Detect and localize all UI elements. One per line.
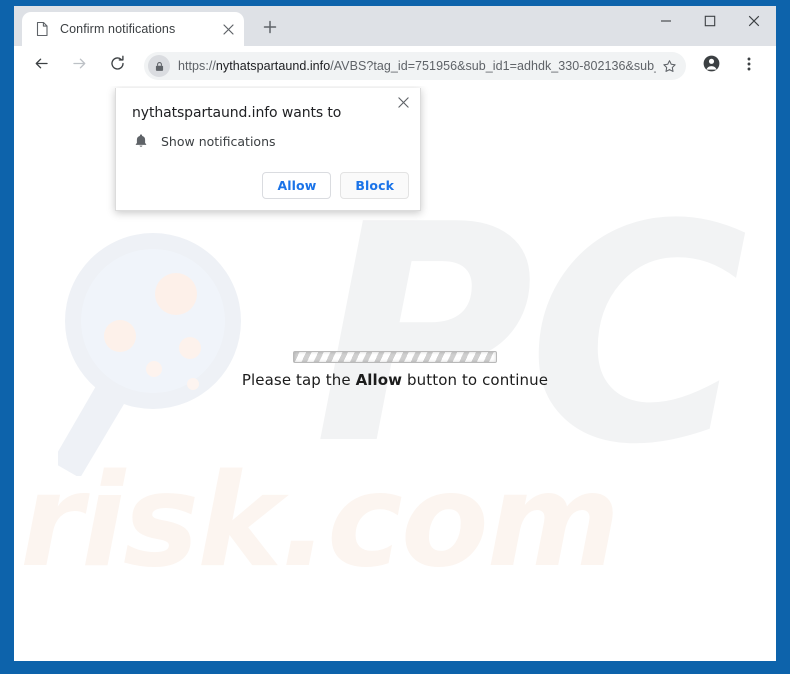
watermark-pc-logo: PC [314, 161, 748, 510]
url-scheme: https:// [178, 59, 216, 73]
block-button[interactable]: Block [340, 172, 409, 199]
profile-button[interactable] [697, 52, 725, 80]
browser-window: Confirm notifications https://nythatspar… [14, 6, 776, 661]
url-path: /AVBS?tag_id=751956&sub_id1=adhdk_330-80… [330, 59, 656, 73]
three-dot-menu-icon [741, 56, 757, 77]
instruction-emphasis: Allow [355, 371, 403, 389]
browser-tab[interactable]: Confirm notifications [22, 12, 244, 46]
bookmark-star-icon[interactable] [656, 53, 682, 79]
back-arrow-icon [33, 55, 50, 77]
tab-close-icon[interactable] [218, 19, 238, 39]
browser-toolbar: https://nythatspartaund.info/AVBS?tag_id… [14, 46, 776, 86]
browser-menu-button[interactable] [735, 52, 763, 80]
new-tab-button[interactable] [256, 15, 284, 43]
reload-button[interactable] [103, 52, 131, 80]
plus-icon [263, 20, 277, 39]
maximize-button[interactable] [688, 6, 732, 40]
tab-title: Confirm notifications [60, 22, 176, 36]
screenshot-root: Confirm notifications https://nythatspar… [0, 0, 790, 674]
window-controls [644, 6, 776, 40]
url-text: https://nythatspartaund.info/AVBS?tag_id… [178, 59, 656, 73]
address-bar[interactable]: https://nythatspartaund.info/AVBS?tag_id… [144, 52, 686, 80]
page-icon [34, 21, 50, 37]
close-button[interactable] [732, 6, 776, 40]
url-host: nythatspartaund.info [215, 59, 331, 73]
dialog-close-button[interactable] [394, 95, 412, 113]
minimize-button[interactable] [644, 6, 688, 40]
close-icon [748, 14, 760, 32]
tab-strip: Confirm notifications [14, 6, 776, 46]
reload-icon [109, 55, 126, 77]
dialog-actions: Allow Block [262, 172, 409, 199]
back-button[interactable] [27, 52, 55, 80]
notification-permission-dialog: nythatspartaund.info wants to Show notif… [115, 88, 421, 211]
forward-arrow-icon [71, 55, 88, 77]
minimize-icon [660, 14, 672, 32]
lock-icon[interactable] [148, 55, 170, 77]
instruction-text: Please tap the Allow button to continue [14, 371, 776, 389]
close-icon [397, 95, 409, 113]
allow-button[interactable]: Allow [262, 172, 332, 199]
loading-progress-bar [293, 351, 497, 363]
permission-row: Show notifications [132, 132, 276, 150]
page-viewport: PC risk.com Please tap the Allow button … [14, 86, 776, 661]
forward-button[interactable] [65, 52, 93, 80]
page-main-content: Please tap the Allow button to continue [14, 351, 776, 389]
maximize-icon [704, 14, 716, 32]
instruction-prefix: Please tap the [241, 371, 356, 389]
instruction-suffix: button to continue [402, 371, 549, 389]
watermark-domain: risk.com [20, 447, 620, 596]
dialog-title: nythatspartaund.info wants to [132, 105, 342, 121]
account-avatar-icon [702, 54, 721, 78]
bell-icon [132, 132, 150, 150]
permission-label: Show notifications [161, 133, 276, 149]
